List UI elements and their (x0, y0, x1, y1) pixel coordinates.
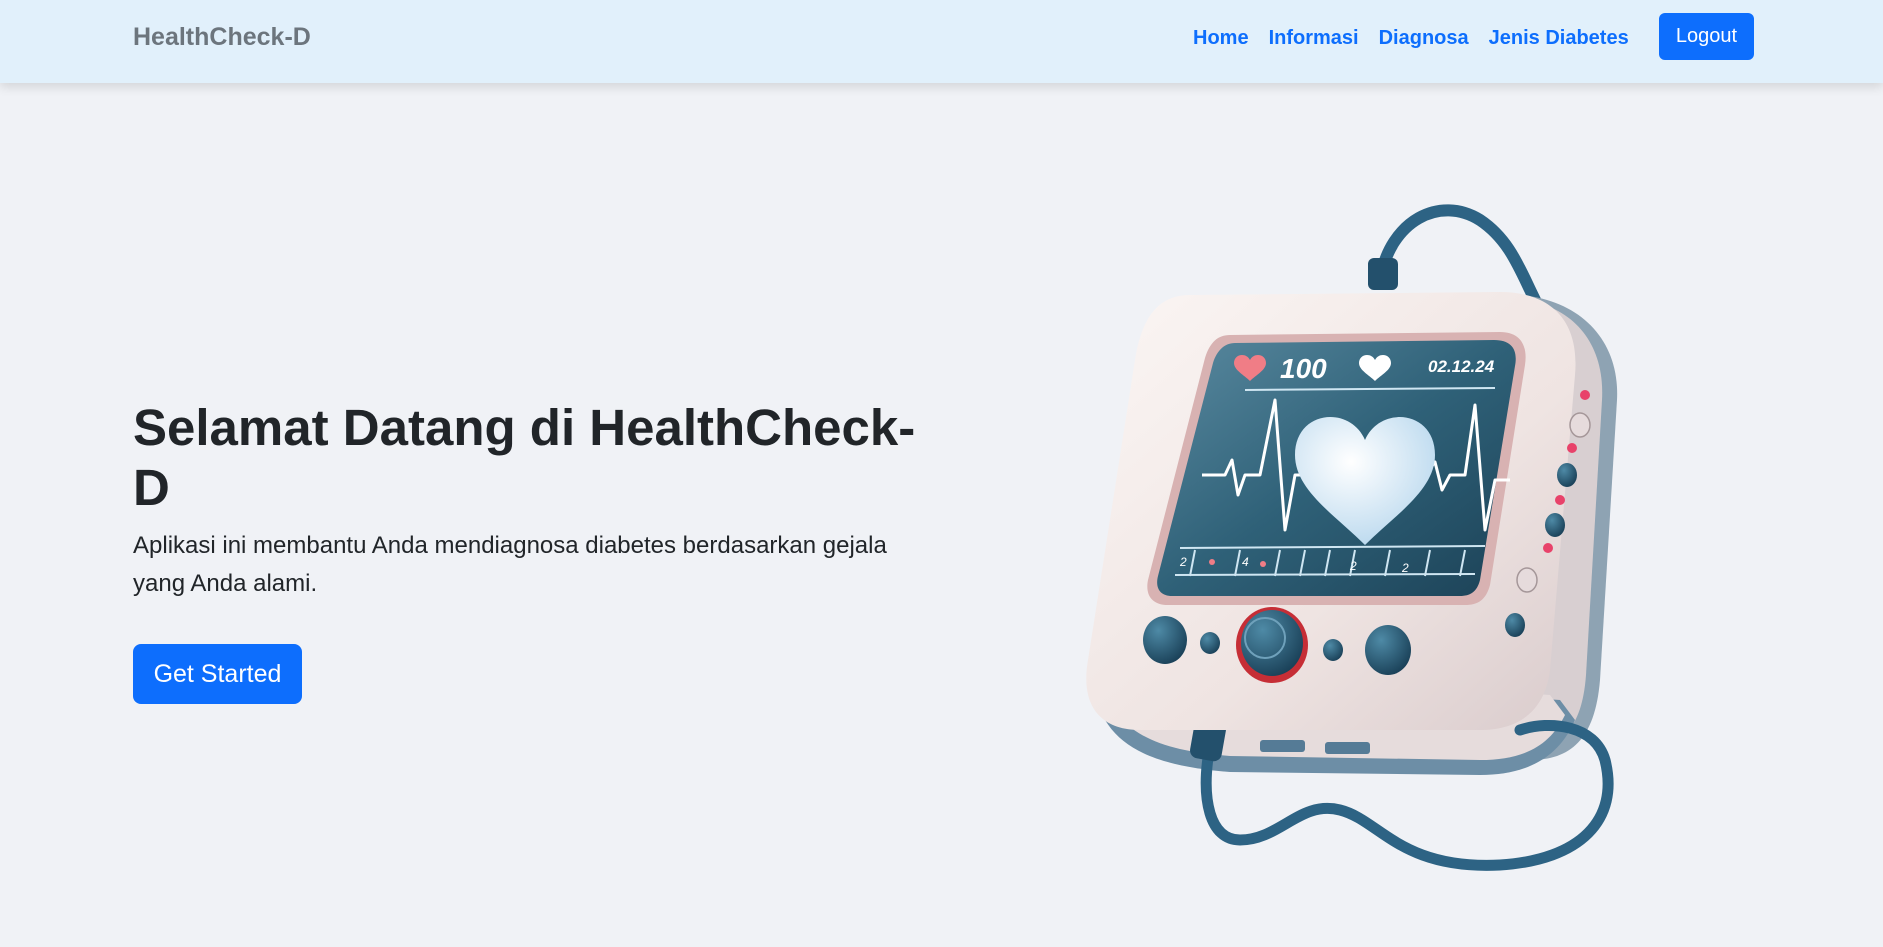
small-left-knob (1200, 632, 1220, 654)
right-knob (1365, 625, 1411, 675)
device-reading: 100 (1280, 353, 1327, 384)
device-date: 02.12.24 (1428, 357, 1495, 376)
tick-label-3: 2 (1349, 559, 1357, 573)
nav-link-informasi[interactable]: Informasi (1259, 24, 1369, 53)
logout-button[interactable]: Logout (1659, 13, 1754, 60)
tick-label-2: 4 (1242, 555, 1249, 569)
nav-link-home[interactable]: Home (1183, 24, 1259, 53)
tick-label-4: 2 (1401, 561, 1409, 575)
hero-title: Selamat Datang di HealthCheck-D (133, 399, 916, 516)
nav-link-diagnosa[interactable]: Diagnosa (1369, 24, 1479, 53)
tick-label-1: 2 (1179, 555, 1187, 569)
navbar: HealthCheck-D Home Informasi Diagnosa Je… (0, 0, 1883, 83)
nav-links: Home Informasi Diagnosa Jenis Diabetes (1183, 24, 1639, 53)
cable-connector-top (1368, 258, 1398, 290)
hero-description: Aplikasi ini membantu Anda mendiagnosa d… (133, 532, 887, 597)
get-started-button[interactable]: Get Started (133, 644, 302, 704)
small-right-knob (1323, 639, 1343, 661)
health-monitor-illustration: 100 02.12.24 2 4 2 2 (1086, 204, 1618, 871)
cable-top (1374, 204, 1541, 306)
brand-logo[interactable]: HealthCheck-D (133, 23, 311, 52)
left-knob (1143, 616, 1187, 664)
nav-link-jenis-diabetes[interactable]: Jenis Diabetes (1479, 24, 1639, 53)
